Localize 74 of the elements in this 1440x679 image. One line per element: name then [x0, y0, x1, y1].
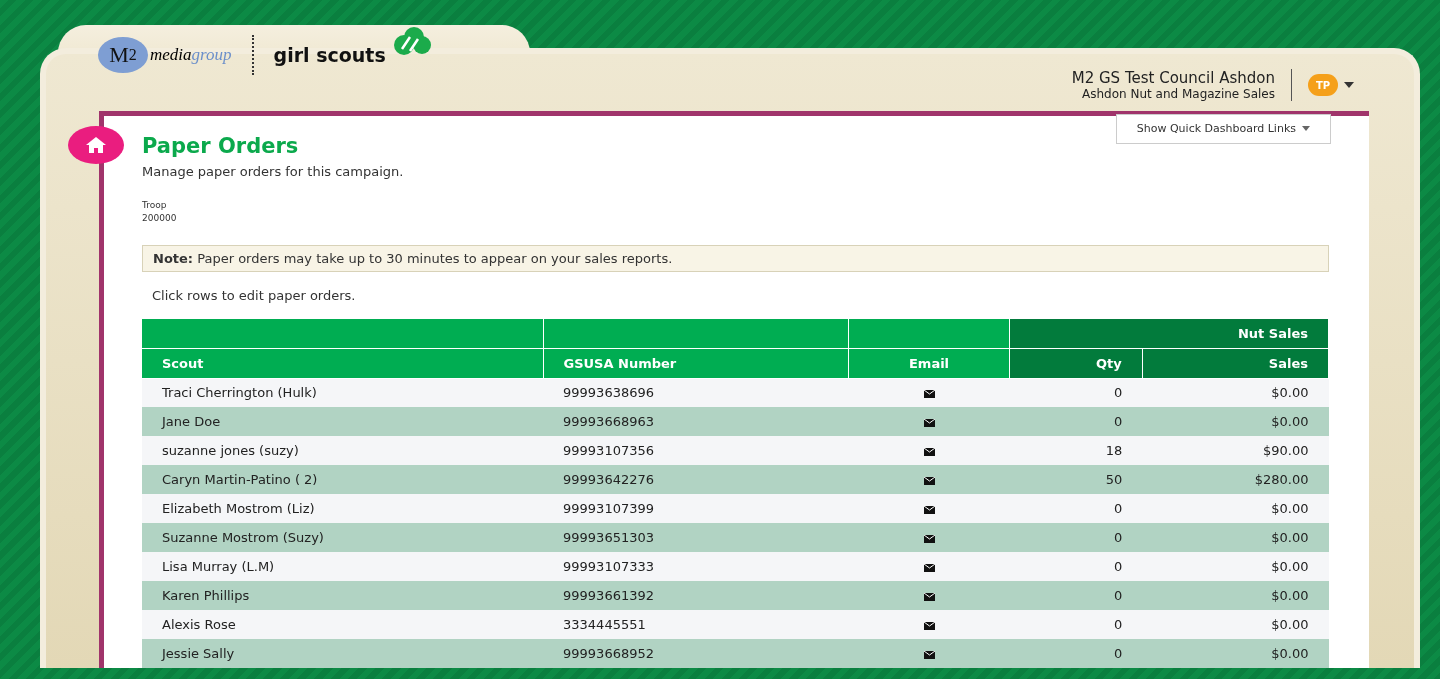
table-cell: 99993668963: [543, 407, 849, 436]
table-cell: $0.00: [1142, 552, 1329, 581]
table-cell: suzanne jones (suzy): [142, 436, 544, 465]
table-cell: 99993661392: [543, 581, 849, 610]
caret-icon: [1302, 126, 1310, 131]
logo-wordmark: mediagroup: [150, 45, 232, 65]
table-cell: $0.00: [1142, 581, 1329, 610]
table-cell: 99993668952: [543, 639, 849, 668]
table-cell: 0: [1009, 523, 1143, 552]
table-cell: 99993638696: [543, 378, 849, 407]
mail-icon[interactable]: [923, 650, 935, 659]
table-cell: Lisa Murray (L.M): [142, 552, 544, 581]
table-cell: 0: [1009, 494, 1143, 523]
table-cell: 0: [1009, 378, 1143, 407]
table-cell: Traci Cherrington (Hulk): [142, 378, 544, 407]
mail-icon[interactable]: [923, 621, 935, 630]
table-cell: 99993651303: [543, 523, 849, 552]
quick-links-dropdown[interactable]: Show Quick Dashboard Links: [1115, 113, 1331, 144]
table-cell: $0.00: [1142, 378, 1329, 407]
council-name: M2 GS Test Council Ashdon: [1071, 69, 1275, 88]
table-cell: $90.00: [1142, 436, 1329, 465]
column-header[interactable]: Sales: [1142, 348, 1329, 378]
mail-icon[interactable]: [923, 505, 935, 514]
table-row[interactable]: Traci Cherrington (Hulk) 99993638696 0 $0.00: [142, 378, 1329, 407]
page-title: Paper Orders: [142, 133, 299, 158]
table-cell: 18: [1009, 436, 1143, 465]
table-cell: $0.00: [1142, 610, 1329, 639]
troop-label: Troop: [142, 198, 168, 212]
table-cell: $0.00: [1142, 639, 1329, 668]
table-cell: 99993642276: [543, 465, 849, 494]
table-cell: 99993107399: [543, 494, 849, 523]
table-row[interactable]: Jessie Sally 99993668952 0 $0.00: [142, 639, 1329, 668]
table-cell: Karen Phillips: [142, 581, 544, 610]
mail-icon[interactable]: [923, 447, 935, 456]
table-cell: Elizabeth Mostrom (Liz): [142, 494, 544, 523]
campaign-name: Ashdon Nut and Magazine Sales: [1082, 87, 1275, 102]
table-cell: $0.00: [1142, 523, 1329, 552]
table-cell: $0.00: [1142, 407, 1329, 436]
caret-icon[interactable]: [1344, 82, 1354, 89]
table-cell: 50: [1009, 465, 1143, 494]
hint-text: Click rows to edit paper orders.: [152, 287, 357, 303]
page-subtitle: Manage paper orders for this campaign.: [142, 163, 405, 179]
mail-icon[interactable]: [923, 418, 935, 427]
table-cell: $0.00: [1142, 494, 1329, 523]
table-cell: 99993107333: [543, 552, 849, 581]
table-cell: 99993107356: [543, 436, 849, 465]
table-cell: 3334445551: [543, 610, 849, 639]
table-cell: 0: [1009, 407, 1143, 436]
table-cell: 0: [1009, 610, 1143, 639]
table-cell: Suzanne Mostrom (Suzy): [142, 523, 544, 552]
troop-value: 200000: [142, 211, 178, 225]
table-cell: 0: [1009, 552, 1143, 581]
column-header[interactable]: Qty: [1009, 348, 1143, 378]
table-row[interactable]: Alexis Rose 3334445551 0 $0.00: [142, 610, 1329, 639]
table-cell: 0: [1009, 639, 1143, 668]
mail-icon[interactable]: [923, 476, 935, 485]
mail-icon[interactable]: [923, 563, 935, 572]
table-cell: $280.00: [1142, 465, 1329, 494]
table-row[interactable]: Elizabeth Mostrom (Liz) 99993107399 0 $0.00: [142, 494, 1329, 523]
table-cell: 0: [1009, 581, 1143, 610]
mail-icon[interactable]: [923, 534, 935, 543]
mail-icon[interactable]: [923, 389, 935, 398]
table-cell: Alexis Rose: [142, 610, 544, 639]
group-header: Nut Sales: [1009, 318, 1329, 348]
table-cell: Jane Doe: [142, 407, 544, 436]
table-row[interactable]: Lisa Murray (L.M) 99993107333 0 $0.00: [142, 552, 1329, 581]
mail-icon[interactable]: [923, 592, 935, 601]
logo-text: girl scouts: [273, 44, 386, 66]
note-banner: Note: Paper orders may take up to 30 minutes to appear on your sales reports.: [142, 244, 1329, 272]
table-cell: Caryn Martin-Patino ( 2): [142, 465, 544, 494]
table-row[interactable]: suzanne jones (suzy) 99993107356 18 $90.00: [142, 436, 1329, 465]
table-cell: Jessie Sally: [142, 639, 544, 668]
table-row[interactable]: Karen Phillips 99993661392 0 $0.00: [142, 581, 1329, 610]
home-icon[interactable]: [68, 125, 124, 164]
